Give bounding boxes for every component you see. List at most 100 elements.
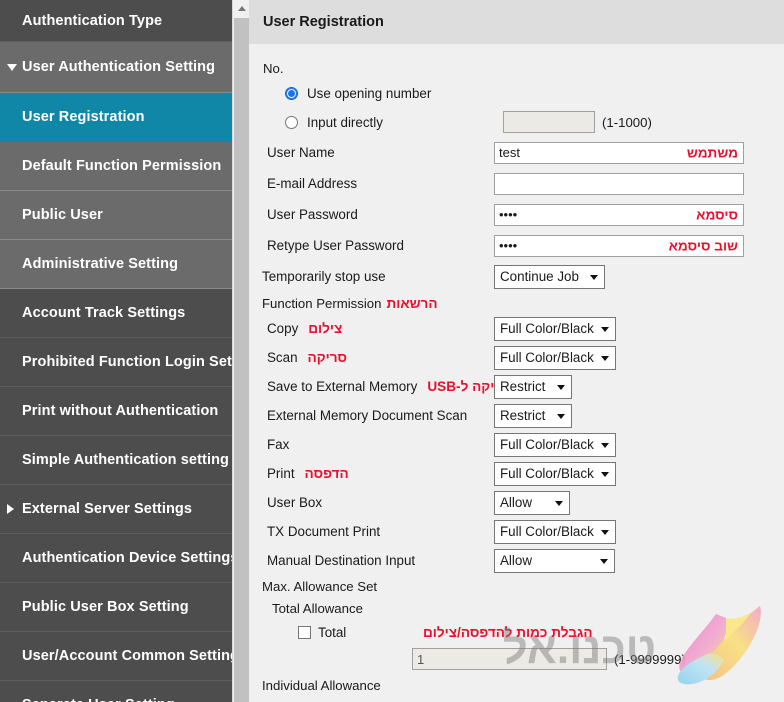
radio-use-opening-row[interactable]: Use opening number xyxy=(249,80,784,107)
sidebar-item-label: Public User Box Setting xyxy=(22,599,189,615)
scrollbar-thumb[interactable] xyxy=(234,18,249,702)
sidebar-item-user-registration[interactable]: User Registration xyxy=(0,93,232,142)
triangle-up-icon xyxy=(237,6,246,11)
permission-select-wrapper-manual-destination-input: Allow xyxy=(494,548,615,573)
permission-select-tx-document-print[interactable]: Full Color/Black xyxy=(494,519,616,544)
permission-label-external-memory-document-scan: External Memory Document Scan xyxy=(267,408,468,423)
sidebar-item-prohibited-function-login-setting[interactable]: Prohibited Function Login Setting xyxy=(0,338,232,387)
permission-select-scan[interactable]: Full Color/Black xyxy=(494,345,616,370)
sidebar-item-administrative-setting[interactable]: Administrative Setting xyxy=(0,240,232,289)
permission-label-user-box: User Box xyxy=(267,495,323,510)
sidebar-item-user-authentication-setting[interactable]: User Authentication Setting xyxy=(0,42,232,93)
permission-select-wrapper-tx-document-print: Full Color/Black xyxy=(494,519,616,544)
total-allowance-label: Total Allowance xyxy=(272,600,363,616)
permission-select-external-memory-document-scan[interactable]: Restrict xyxy=(494,403,572,428)
permission-label-group: User Box xyxy=(249,495,494,510)
email-row: E-mail Address xyxy=(249,168,784,199)
permission-select-manual-destination-input[interactable]: Allow xyxy=(494,548,615,573)
sidebar-item-print-without-authentication[interactable]: Print without Authentication xyxy=(0,387,232,436)
email-label: E-mail Address xyxy=(267,176,358,191)
permission-select-user-box[interactable]: Allow xyxy=(494,490,570,515)
sidebar-item-separate-user-setting[interactable]: Separate User Setting xyxy=(0,681,232,702)
password-row: User Password סיסמא xyxy=(249,199,784,230)
sidebar-navigation: Authentication Type User Authentication S… xyxy=(0,0,232,702)
permission-label-print: Print xyxy=(267,466,295,481)
retype-password-input-wrapper: שוב סיסמא xyxy=(494,234,744,257)
sidebar-item-public-user[interactable]: Public User xyxy=(0,191,232,240)
sidebar-item-label: User Registration xyxy=(22,109,145,125)
function-permission-header-row: Function Permission הרשאות xyxy=(249,292,784,314)
permission-select-wrapper-save-to-external-memory: Restrict xyxy=(494,374,572,399)
main-content: User Registration No. Use opening number… xyxy=(249,0,784,702)
permission-select-wrapper-print: Full Color/Black xyxy=(494,461,616,486)
sidebar-item-simple-authentication-setting[interactable]: Simple Authentication setting xyxy=(0,436,232,485)
sidebar-item-label: Print without Authentication xyxy=(22,403,219,419)
total-allowance-annotation-he: הגבלת כמות להדפסה/צילום xyxy=(423,624,593,640)
user-name-row: User Name משתמש xyxy=(249,137,784,168)
radio-use-opening-number[interactable] xyxy=(285,87,298,100)
permission-annotation-he-copy: צילום xyxy=(308,321,343,336)
color-checkbox-row[interactable]: Color xyxy=(249,697,784,702)
permission-label-group: Print הדפסה xyxy=(249,466,494,481)
total-allowance-input[interactable] xyxy=(412,648,607,670)
temporarily-stop-use-label: Temporarily stop use xyxy=(262,269,386,284)
sidebar-item-account-track-settings[interactable]: Account Track Settings xyxy=(0,289,232,338)
sidebar-item-authentication-type[interactable]: Authentication Type xyxy=(0,0,232,42)
permission-label-group: Scan סריקה xyxy=(249,350,494,365)
temporarily-stop-use-select[interactable]: Continue Job xyxy=(494,264,605,289)
max-allowance-label-row: Max. Allowance Set xyxy=(249,575,784,597)
sidebar-item-user-account-common-setting[interactable]: User/Account Common Setting xyxy=(0,632,232,681)
sidebar-item-label: Administrative Setting xyxy=(22,256,179,272)
permission-select-print[interactable]: Full Color/Black xyxy=(494,461,616,486)
permission-label-group: Copy צילום xyxy=(249,321,494,336)
vertical-scrollbar[interactable] xyxy=(232,0,250,702)
sidebar-item-default-function-permission[interactable]: Default Function Permission xyxy=(0,142,232,191)
total-checkbox[interactable] xyxy=(298,625,311,639)
max-allowance-label: Max. Allowance Set xyxy=(262,578,378,594)
permission-row-external-memory-document-scan: External Memory Document Scan Restrict xyxy=(249,401,784,430)
permission-label-group: Save to External Memory סריקה ל-USB xyxy=(249,379,512,394)
permission-label-group: Manual Destination Input xyxy=(249,553,494,568)
sidebar-item-public-user-box-setting[interactable]: Public User Box Setting xyxy=(0,583,232,632)
email-input[interactable] xyxy=(494,172,744,195)
permission-select-wrapper-user-box: Allow xyxy=(494,490,570,515)
user-name-input[interactable] xyxy=(494,141,744,164)
radio-input-directly[interactable] xyxy=(285,115,298,129)
total-checkbox-row[interactable]: Total הגבלת כמות להדפסה/צילום xyxy=(249,619,784,645)
radio-input-directly-label: Input directly xyxy=(307,114,383,130)
no-label: No. xyxy=(263,60,284,76)
sidebar-item-label: Account Track Settings xyxy=(22,305,186,321)
permission-annotation-he-print: הדפסה xyxy=(304,466,349,481)
sidebar-item-external-server-settings[interactable]: External Server Settings xyxy=(0,485,232,534)
sidebar-item-label: External Server Settings xyxy=(22,501,193,517)
sidebar-item-label: Simple Authentication setting xyxy=(22,452,229,468)
function-permission-list: Copy צילום Full Color/Black Scan סריקה Full C… xyxy=(249,314,784,575)
sidebar-item-label: Separate User Setting xyxy=(22,697,175,702)
password-input-wrapper: סיסמא xyxy=(494,203,744,226)
triangle-down-icon xyxy=(7,63,17,71)
no-number-input[interactable] xyxy=(503,111,595,133)
triangle-right-icon xyxy=(7,504,14,514)
no-range-hint: (1-1000) xyxy=(602,114,652,130)
total-allowance-input-row: (1-9999999) xyxy=(249,645,784,673)
application-window: Authentication Type User Authentication S… xyxy=(0,0,784,702)
permission-label-copy: Copy xyxy=(267,321,299,336)
scrollbar-up-arrow-icon[interactable] xyxy=(233,0,250,17)
permission-select-copy[interactable]: Full Color/Black xyxy=(494,316,616,341)
sidebar-item-label: Default Function Permission xyxy=(22,158,222,174)
user-name-label: User Name xyxy=(267,145,335,160)
permission-select-wrapper-external-memory-document-scan: Restrict xyxy=(494,403,572,428)
sidebar-item-label: Public User xyxy=(22,207,103,223)
permission-select-fax[interactable]: Full Color/Black xyxy=(494,432,616,457)
email-input-wrapper xyxy=(494,172,744,195)
permission-select-save-to-external-memory[interactable]: Restrict xyxy=(494,374,572,399)
permission-label-manual-destination-input: Manual Destination Input xyxy=(267,553,416,568)
password-input[interactable] xyxy=(494,203,744,226)
temporarily-stop-use-row: Temporarily stop use Continue Job xyxy=(249,261,784,292)
sidebar-item-authentication-device-settings[interactable]: Authentication Device Settings xyxy=(0,534,232,583)
permission-row-tx-document-print: TX Document Print Full Color/Black xyxy=(249,517,784,546)
retype-password-input[interactable] xyxy=(494,234,744,257)
radio-input-directly-row[interactable]: Input directly (1-1000) xyxy=(249,107,784,137)
user-name-input-wrapper: משתמש xyxy=(494,141,744,164)
sidebar-item-label: User/Account Common Setting xyxy=(22,648,232,664)
